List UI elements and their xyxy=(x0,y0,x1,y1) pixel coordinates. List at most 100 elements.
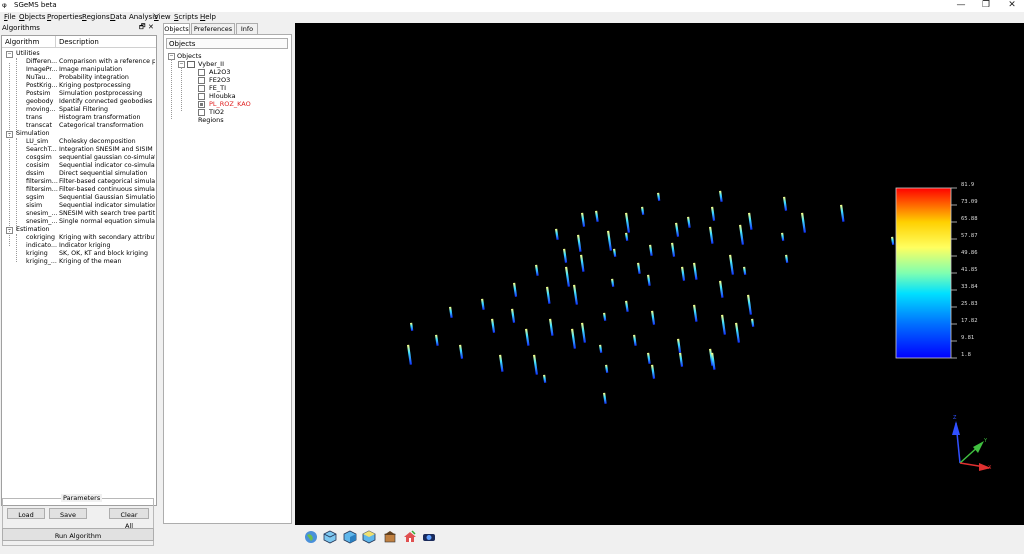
grid-vyber-ii[interactable]: Vyber_II xyxy=(198,60,224,68)
colorbar xyxy=(895,187,952,359)
3d-viewport[interactable]: Z Y X 81.9 73.09 65.88 57.87 49.86 41.85… xyxy=(295,23,1024,525)
property-tio2[interactable]: TIO2 xyxy=(209,108,224,116)
well-marker xyxy=(637,262,641,274)
maximize-icon[interactable]: ❐ xyxy=(976,0,996,11)
property-checkbox[interactable] xyxy=(198,109,205,116)
grid-icon xyxy=(187,61,195,68)
axes-gizmo xyxy=(952,421,991,471)
property-checkbox[interactable] xyxy=(198,93,205,100)
property-fe2o3[interactable]: FE2O3 xyxy=(209,76,230,84)
well-marker xyxy=(785,254,789,263)
window-title: SGeMS beta xyxy=(14,1,57,9)
close-icon[interactable]: ✕ xyxy=(1002,0,1022,11)
objects-root[interactable]: Objects xyxy=(177,52,202,60)
expander-utilities[interactable]: − xyxy=(6,51,13,58)
menu-regions[interactable]: Regions xyxy=(82,13,110,21)
save-button[interactable]: Save xyxy=(49,508,87,519)
menu-view[interactable]: View xyxy=(154,13,171,21)
objects-tree[interactable]: Objects − Objects − Vyber_II AL2O3 FE2O3… xyxy=(163,34,292,524)
property-hloubka[interactable]: Hloubka xyxy=(209,92,236,100)
minimize-icon[interactable]: — xyxy=(951,0,971,11)
well-marker xyxy=(579,254,585,272)
colorbar-label: 57.87 xyxy=(961,233,978,239)
well-marker xyxy=(571,328,576,349)
colorbar-label: 41.85 xyxy=(961,267,978,273)
property-checkbox[interactable] xyxy=(198,77,205,84)
property-checkbox[interactable] xyxy=(198,85,205,92)
colorbar-label: 33.84 xyxy=(961,284,978,290)
tab-objects[interactable]: Objects xyxy=(163,23,190,34)
home-icon[interactable] xyxy=(403,530,417,544)
globe-icon[interactable] xyxy=(304,530,318,544)
well-marker xyxy=(743,266,747,275)
well-marker xyxy=(549,318,554,336)
algorithm-tree-header: Algorithm Description xyxy=(2,36,156,48)
dock-close-icon[interactable]: ✕ xyxy=(148,23,154,31)
well-marker xyxy=(747,294,752,315)
camera-icon[interactable] xyxy=(383,530,397,544)
tab-info[interactable]: Info xyxy=(236,23,258,34)
float-icon[interactable]: 🗗 xyxy=(139,23,146,34)
well-marker xyxy=(543,374,547,383)
well-marker xyxy=(577,234,582,252)
well-marker xyxy=(677,338,682,353)
well-marker xyxy=(671,242,676,257)
menu-data-analysis[interactable]: Data Analysis xyxy=(110,13,158,21)
well-marker xyxy=(641,206,645,215)
well-marker xyxy=(599,344,603,353)
well-marker xyxy=(649,244,653,256)
menu-objects[interactable]: Objects xyxy=(19,13,45,21)
app-icon: 𝛗 xyxy=(2,2,7,9)
property-checkbox[interactable] xyxy=(198,69,205,76)
algorithm-tree[interactable]: Algorithm Description − Utilities Differ… xyxy=(1,35,157,506)
well-marker xyxy=(545,286,551,304)
well-marker xyxy=(747,212,753,230)
property-checkbox-checked[interactable] xyxy=(198,101,205,108)
expander-simulation[interactable]: − xyxy=(6,131,13,138)
colorbar-label: 1.8 xyxy=(961,352,971,358)
tab-preferences[interactable]: Preferences xyxy=(191,23,235,34)
well-marker xyxy=(511,308,516,323)
screenshot-icon[interactable] xyxy=(422,530,436,544)
well-marker xyxy=(524,328,530,346)
well-marker xyxy=(687,216,691,228)
colorbar-label: 73.09 xyxy=(961,199,978,205)
column-algorithm[interactable]: Algorithm xyxy=(5,38,39,46)
property-al2o3[interactable]: AL2O3 xyxy=(209,68,230,76)
property-pl-roz-kao[interactable]: PL_ROZ_KAO xyxy=(209,100,251,108)
objects-tree-header: Objects xyxy=(166,38,288,49)
well-marker xyxy=(681,266,686,281)
axis-y-label: Y xyxy=(984,438,988,444)
well-marker xyxy=(581,212,586,227)
well-marker xyxy=(603,312,607,321)
well-marker xyxy=(624,212,630,233)
menu-scripts[interactable]: Scripts xyxy=(174,13,198,21)
run-algorithm-button[interactable]: Run Algorithm xyxy=(2,528,154,541)
well-marker xyxy=(459,344,464,359)
axis-x-label: X xyxy=(988,465,992,471)
menu-help[interactable]: Help xyxy=(200,13,216,21)
algorithms-dock: Algorithms 🗗 ✕ Algorithm Description − U… xyxy=(0,23,157,554)
well-marker xyxy=(647,274,651,286)
well-marker xyxy=(407,344,412,365)
cube-side-icon[interactable] xyxy=(343,530,357,544)
well-marker xyxy=(891,236,895,245)
well-marker xyxy=(739,224,744,245)
clear-all-button[interactable]: Clear All xyxy=(109,508,149,530)
well-marker xyxy=(535,264,539,276)
load-button[interactable]: Load xyxy=(7,508,45,519)
well-marker xyxy=(449,306,453,318)
well-marker xyxy=(800,212,806,233)
column-description[interactable]: Description xyxy=(59,38,99,46)
well-marker xyxy=(581,322,586,343)
menu-file[interactable]: File xyxy=(4,13,16,21)
cube-top-icon[interactable] xyxy=(362,530,376,544)
cube-view-icon[interactable] xyxy=(323,530,337,544)
expander-estimation[interactable]: − xyxy=(6,227,13,234)
property-fe-ti[interactable]: FE_TI xyxy=(209,84,226,92)
well-marker xyxy=(625,300,629,312)
scene-canvas[interactable] xyxy=(295,23,1024,525)
well-marker xyxy=(555,228,559,240)
regions-node[interactable]: Regions xyxy=(198,116,224,124)
menu-properties[interactable]: Properties xyxy=(47,13,82,21)
